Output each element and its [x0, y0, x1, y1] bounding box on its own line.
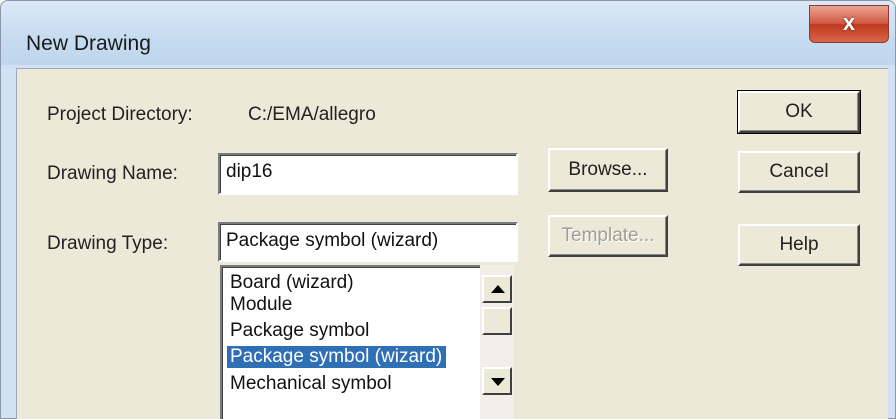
close-button[interactable]: x: [809, 5, 889, 43]
drawing-type-input[interactable]: Package symbol (wizard): [218, 222, 518, 262]
scroll-thumb[interactable]: [482, 307, 512, 335]
ok-button[interactable]: OK: [737, 90, 861, 134]
drawing-name-label: Drawing Name:: [47, 163, 178, 184]
list-item-mechanical-symbol[interactable]: Mechanical symbol: [227, 373, 396, 395]
scroll-up-button[interactable]: [482, 275, 512, 303]
close-icon: x: [842, 10, 856, 35]
list-item-module[interactable]: Module: [227, 294, 296, 316]
drawing-type-list[interactable]: Board (wizard) Module Package symbol Pac…: [220, 265, 514, 419]
dialog-title: New Drawing: [26, 32, 151, 55]
help-button[interactable]: Help: [738, 224, 860, 266]
list-item-package-symbol[interactable]: Package symbol: [227, 320, 373, 342]
list-item-package-symbol-wizard[interactable]: Package symbol (wizard): [227, 346, 447, 368]
template-button[interactable]: Template...: [548, 215, 668, 257]
project-directory-value: C:/EMA/allegro: [248, 104, 376, 125]
list-scrollbar[interactable]: [480, 265, 514, 419]
cancel-button[interactable]: Cancel: [738, 151, 860, 193]
scroll-up-arrow-icon: [491, 285, 505, 293]
list-item-board-wizard[interactable]: Board (wizard): [227, 272, 358, 294]
scroll-down-arrow-icon: [491, 378, 505, 386]
browse-button[interactable]: Browse...: [548, 148, 668, 192]
scroll-down-button[interactable]: [482, 367, 512, 395]
project-directory-label: Project Directory:: [47, 104, 193, 125]
drawing-type-label: Drawing Type:: [47, 233, 169, 254]
drawing-name-input[interactable]: dip16: [218, 153, 518, 195]
title-bar[interactable]: New Drawing x: [1, 1, 895, 65]
